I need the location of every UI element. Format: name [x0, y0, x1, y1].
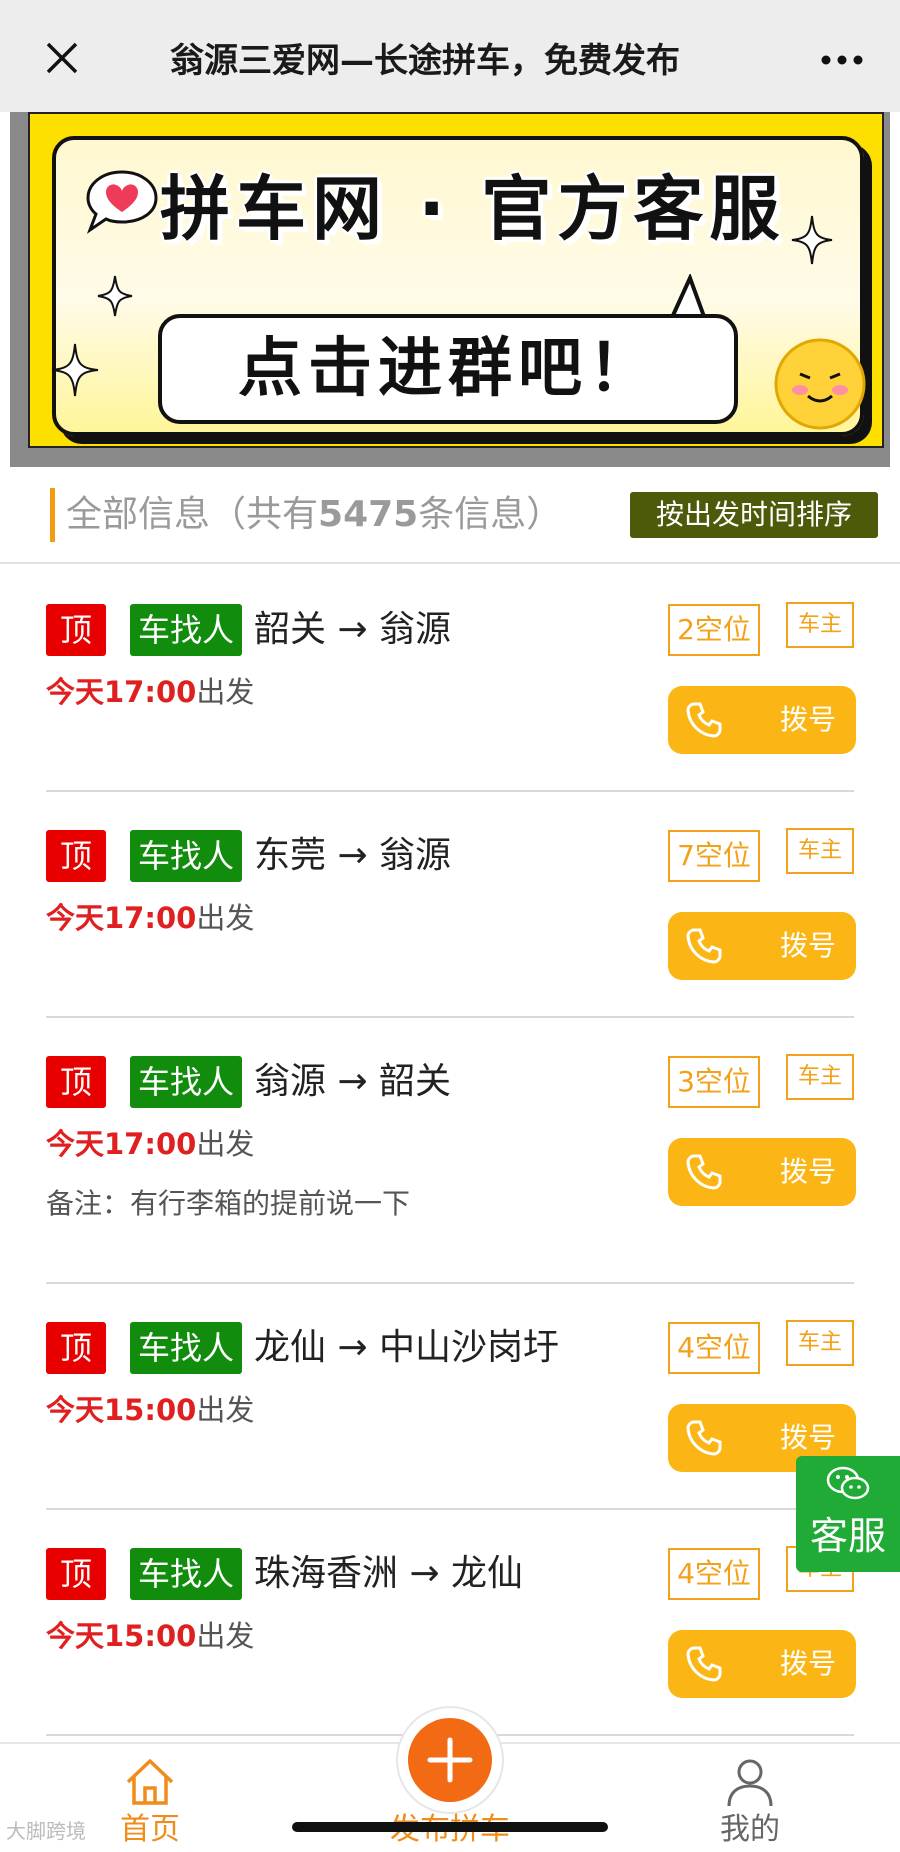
plus-icon — [427, 1737, 473, 1783]
dial-label: 拨号 — [780, 1647, 837, 1680]
pinned-badge: 顶 — [46, 1548, 106, 1600]
owner-badge: 车主 — [786, 828, 854, 874]
publish-button-fill — [408, 1718, 492, 1802]
sparkle-icon — [51, 343, 99, 397]
route-text: 东莞 → 翁源 — [254, 835, 452, 876]
route-text: 韶关 → 翁源 — [254, 609, 452, 650]
departure-time: 今天17:00出发 — [46, 675, 255, 709]
dial-label: 拨号 — [780, 703, 837, 736]
list-item[interactable]: 顶 车找人 龙仙 → 中山沙岗圩 今天15:00出发 4空位 车主 拨号 — [0, 1284, 900, 1510]
customer-service-label: 客服 — [809, 1514, 886, 1558]
owner-badge: 车主 — [786, 1054, 854, 1100]
section-title: 全部信息（共有5475条信息） — [66, 494, 563, 535]
phone-icon — [686, 928, 722, 964]
pinned-badge: 顶 — [46, 1056, 106, 1108]
departure-time: 今天17:00出发 — [46, 1127, 255, 1161]
pinned-badge: 顶 — [46, 830, 106, 882]
type-badge: 车找人 — [130, 1548, 242, 1600]
list-item[interactable]: 顶 车找人 珠海香洲 → 龙仙 今天15:00出发 4空位 车主 拨号 — [0, 1510, 900, 1736]
list-item[interactable]: 顶 车找人 东莞 → 翁源 今天17:00出发 7空位 车主 拨号 — [0, 792, 900, 1018]
seats-badge: 4空位 — [668, 1322, 760, 1374]
nav-mine[interactable]: 我的 — [650, 1744, 850, 1852]
sort-by-departure-button[interactable]: 按出发时间排序 — [630, 492, 878, 538]
title-bar: 翁源三爱网—长途拼车，免费发布 — [0, 0, 900, 112]
seats-badge: 2空位 — [668, 604, 760, 656]
dial-button[interactable]: 拨号 — [668, 1630, 856, 1698]
departure-time: 今天15:00出发 — [46, 1619, 255, 1653]
route-text: 龙仙 → 中山沙岗圩 — [254, 1327, 560, 1368]
phone-icon — [686, 702, 722, 738]
list-item[interactable]: 顶 车找人 翁源 → 韶关 今天17:00出发 备注：有行李箱的提前说一下 3空… — [0, 1018, 900, 1284]
heart-bubble-icon — [82, 166, 162, 236]
more-icon[interactable] — [812, 38, 872, 82]
sparkle-icon — [97, 275, 133, 317]
dial-button[interactable]: 拨号 — [668, 912, 856, 980]
departure-time: 今天15:00出发 — [46, 1393, 255, 1427]
list-header: 全部信息（共有5475条信息） 按出发时间排序 — [0, 480, 900, 564]
route-text: 珠海香洲 → 龙仙 — [254, 1553, 524, 1594]
owner-badge: 车主 — [786, 602, 854, 648]
banner-cta: 点击进群吧！ — [238, 332, 658, 406]
dial-button[interactable]: 拨号 — [668, 686, 856, 754]
customer-service-button[interactable]: 客服 — [796, 1456, 900, 1572]
sparkle-icon — [791, 215, 833, 265]
phone-icon — [686, 1154, 722, 1190]
banner-cta-bubble: 点击进群吧！ — [158, 314, 738, 424]
nav-mine-label: 我的 — [720, 1812, 780, 1847]
listing-count: 5475 — [318, 494, 419, 535]
close-icon[interactable] — [40, 36, 84, 80]
publish-button[interactable] — [396, 1706, 504, 1814]
listing-list: 顶 车找人 韶关 → 翁源 今天17:00出发 2空位 车主 拨号 顶 车找人 … — [0, 566, 900, 1736]
dial-label: 拨号 — [780, 929, 837, 962]
departure-time: 今天17:00出发 — [46, 901, 255, 935]
pinned-badge: 顶 — [46, 1322, 106, 1374]
type-badge: 车找人 — [130, 1056, 242, 1108]
watermark: 大脚跨境 — [6, 1819, 86, 1843]
pinned-badge: 顶 — [46, 604, 106, 656]
phone-icon — [686, 1420, 722, 1456]
dial-label: 拨号 — [780, 1155, 837, 1188]
seats-badge: 3空位 — [668, 1056, 760, 1108]
route-text: 翁源 → 韶关 — [254, 1061, 452, 1102]
wechat-icon — [826, 1466, 870, 1500]
type-badge: 车找人 — [130, 830, 242, 882]
type-badge: 车找人 — [130, 604, 242, 656]
home-icon — [126, 1759, 174, 1805]
section-accent-bar — [50, 488, 55, 542]
banner-image[interactable]: 拼车网 · 官方客服 点击进群吧！ — [28, 112, 884, 448]
seats-badge: 7空位 — [668, 830, 760, 882]
page-title: 翁源三爱网—长途拼车，免费发布 — [170, 41, 680, 81]
user-icon — [727, 1759, 773, 1807]
list-item[interactable]: 顶 车找人 韶关 → 翁源 今天17:00出发 2空位 车主 拨号 — [0, 566, 900, 792]
banner[interactable]: 拼车网 · 官方客服 点击进群吧！ — [10, 112, 890, 467]
home-indicator[interactable] — [292, 1822, 608, 1832]
banner-headline: 拼车网 · 官方客服 — [160, 168, 786, 250]
owner-badge: 车主 — [786, 1320, 854, 1366]
remark-text: 备注：有行李箱的提前说一下 — [46, 1187, 411, 1220]
type-badge: 车找人 — [130, 1322, 242, 1374]
smiley-icon — [774, 338, 866, 430]
phone-icon — [686, 1646, 722, 1682]
seats-badge: 4空位 — [668, 1548, 760, 1600]
dial-button[interactable]: 拨号 — [668, 1138, 856, 1206]
